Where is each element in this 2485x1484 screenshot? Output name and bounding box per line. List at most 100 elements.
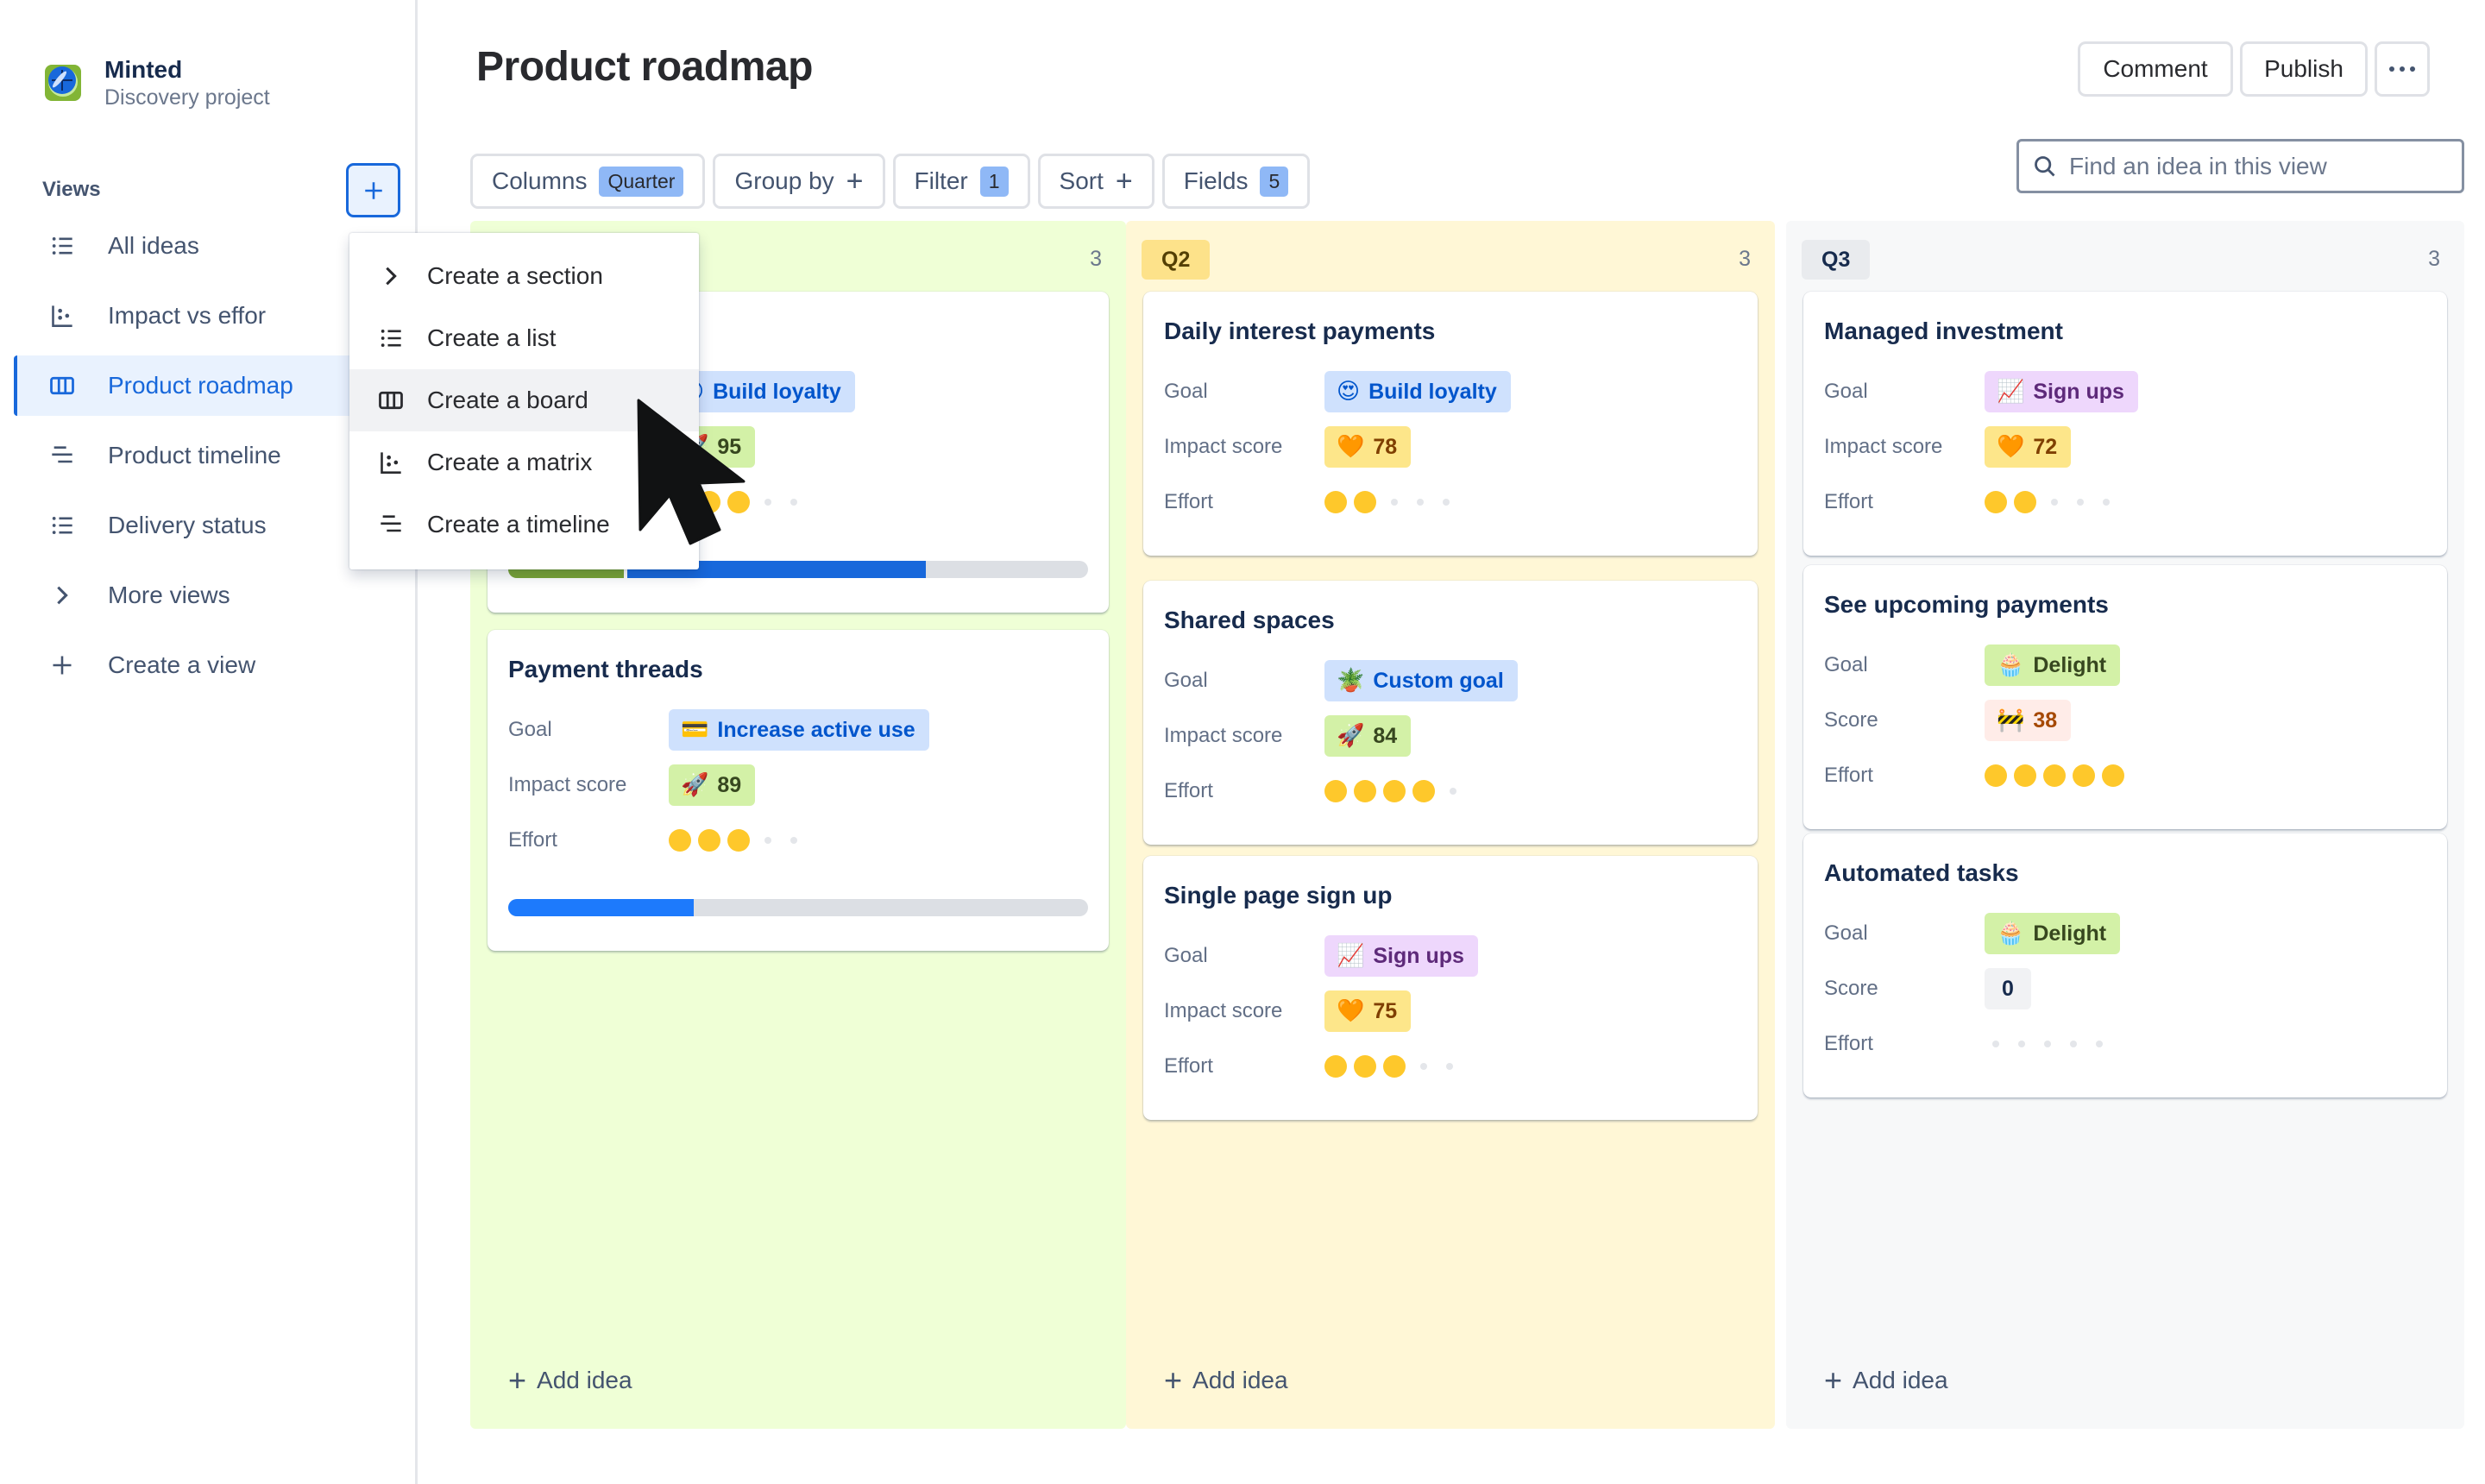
chevron-right-icon [377, 262, 405, 290]
comment-button[interactable]: Comment [2078, 41, 2233, 97]
score-value: 84 [1373, 723, 1398, 748]
filter-button[interactable]: Filter 1 [892, 154, 1030, 209]
filter-label: Filter [914, 167, 968, 194]
sort-button[interactable]: Sort + [1037, 154, 1154, 209]
sidebar-item-more-views[interactable]: More views [14, 565, 419, 626]
score-chip[interactable]: 🧡 75 [1324, 990, 1412, 1032]
idea-card[interactable]: Single page sign up Goal 📈 Sign ups Impa… [1143, 856, 1758, 1120]
effort-dot-empty [2044, 1041, 2051, 1047]
card-title: See upcoming payments [1824, 591, 2109, 618]
publish-button[interactable]: Publish [2240, 41, 2368, 97]
field-label: Goal [508, 718, 552, 741]
idea-card[interactable]: See upcoming payments Goal 🧁 Delight Sco… [1803, 565, 2447, 829]
goal-text: Custom goal [1373, 668, 1504, 693]
field-label: Score [1824, 708, 1878, 732]
list-icon [377, 324, 405, 352]
columns-button[interactable]: Columns Quarter [470, 154, 706, 209]
sidebar-item-label: Delivery status [108, 512, 267, 538]
field-label: Effort [1164, 490, 1213, 513]
sidebar-item-label: All ideas [108, 232, 199, 259]
score-chip[interactable]: 0 [1985, 968, 2031, 1009]
idea-card[interactable]: Daily interest payments Goal 😍 Build loy… [1143, 292, 1758, 556]
effort-dot-filled [698, 491, 720, 513]
effort-rating[interactable] [1985, 1041, 2114, 1047]
field-label: Effort [1824, 1032, 1873, 1055]
menu-item-create-a-timeline[interactable]: Create a timeline [349, 494, 699, 556]
add-idea-button[interactable]: + Add idea [1824, 1365, 1948, 1396]
menu-item-label: Create a section [427, 262, 603, 289]
score-value: 89 [717, 772, 742, 797]
project-header[interactable]: Minted Discovery project [45, 55, 270, 110]
menu-item-create-a-board[interactable]: Create a board [349, 369, 699, 431]
fields-label: Fields [1183, 167, 1249, 194]
menu-item-create-a-matrix[interactable]: Create a matrix [349, 431, 699, 494]
goal-emoji-icon: 🧁 [1997, 921, 2025, 946]
score-emoji-icon: 🧡 [1337, 434, 1365, 460]
effort-rating[interactable] [669, 829, 808, 852]
goal-chip[interactable]: 📈 Sign ups [1985, 371, 2138, 412]
goal-text: Delight [2033, 652, 2107, 677]
effort-rating[interactable] [1324, 780, 1468, 802]
effort-rating[interactable] [1985, 764, 2131, 787]
card-title: Daily interest payments [1164, 318, 1436, 344]
menu-item-label: Create a matrix [427, 449, 593, 475]
goal-chip[interactable]: 😍 Build loyalty [1324, 371, 1511, 412]
view-toolbar: Columns Quarter Group by + Filter 1 Sort… [470, 154, 1311, 209]
column-label: Q3 [1802, 240, 1871, 280]
menu-item-label: Create a list [427, 324, 557, 351]
add-view-button[interactable] [346, 163, 400, 217]
list-icon [48, 512, 76, 539]
board-icon [48, 372, 76, 399]
chevron-right-icon [48, 582, 76, 609]
effort-rating[interactable] [1324, 1055, 1464, 1078]
score-chip[interactable]: 🧡 78 [1324, 426, 1412, 468]
effort-dot-empty [1992, 1041, 1999, 1047]
effort-dot-filled [2014, 764, 2036, 787]
add-idea-button[interactable]: + Add idea [508, 1365, 632, 1396]
idea-card[interactable]: Payment threads Goal 💳 Increase active u… [488, 630, 1109, 951]
goal-chip[interactable]: 📈 Sign ups [1324, 935, 1478, 977]
plus-icon: + [1824, 1362, 1843, 1398]
menu-item-create-a-section[interactable]: Create a section [349, 245, 699, 307]
goal-text: Delight [2033, 921, 2107, 946]
add-idea-label: Add idea [537, 1367, 632, 1393]
effort-field: Effort [1824, 475, 2426, 530]
menu-item-create-a-list[interactable]: Create a list [349, 307, 699, 369]
goal-field: Goal 📈 Sign ups [1164, 928, 1737, 984]
idea-card[interactable]: Managed investment Goal 📈 Sign ups Impac… [1803, 292, 2447, 556]
score-value: 78 [1373, 434, 1398, 459]
field-label: Impact score [1824, 435, 1943, 458]
goal-field: Goal 🧁 Delight [1824, 906, 2426, 961]
effort-dot-filled [1354, 1055, 1376, 1078]
effort-dot-filled [1383, 780, 1406, 802]
goal-chip[interactable]: 🧁 Delight [1985, 645, 2121, 686]
idea-card[interactable]: Automated tasks Goal 🧁 Delight Score 0 E… [1803, 833, 2447, 1097]
progress-segment [508, 899, 695, 916]
goal-chip[interactable]: 💳 Increase active use [669, 709, 929, 751]
progress-bar [508, 899, 1088, 916]
goal-emoji-icon: 💳 [681, 717, 709, 743]
add-idea-button[interactable]: + Add idea [1164, 1365, 1288, 1396]
goal-chip[interactable]: 🪴 Custom goal [1324, 660, 1518, 701]
idea-card[interactable]: Shared spaces Goal 🪴 Custom goal Impact … [1143, 581, 1758, 845]
field-label: Goal [1164, 669, 1208, 692]
group-by-label: Group by [734, 167, 834, 194]
effort-rating[interactable] [1985, 491, 2121, 513]
effort-rating[interactable] [1324, 491, 1461, 513]
score-chip[interactable]: 🚧 38 [1985, 700, 2072, 741]
sidebar-item-label: Product roadmap [108, 372, 293, 399]
search-box[interactable] [2016, 139, 2464, 193]
effort-dot-empty [790, 837, 797, 844]
search-input[interactable] [2069, 152, 2449, 180]
sidebar-item-create-a-view[interactable]: Create a view [14, 635, 419, 695]
score-chip[interactable]: 🚀 89 [669, 764, 756, 806]
effort-dot-filled [1324, 780, 1347, 802]
score-chip[interactable]: 🚀 84 [1324, 715, 1412, 757]
field-label: Goal [1164, 380, 1208, 403]
more-button[interactable] [2375, 41, 2430, 97]
goal-chip[interactable]: 🧁 Delight [1985, 913, 2121, 954]
effort-dot-empty [2096, 1041, 2103, 1047]
score-chip[interactable]: 🧡 72 [1985, 426, 2072, 468]
fields-button[interactable]: Fields 5 [1161, 154, 1311, 209]
group-by-button[interactable]: Group by + [713, 154, 885, 209]
